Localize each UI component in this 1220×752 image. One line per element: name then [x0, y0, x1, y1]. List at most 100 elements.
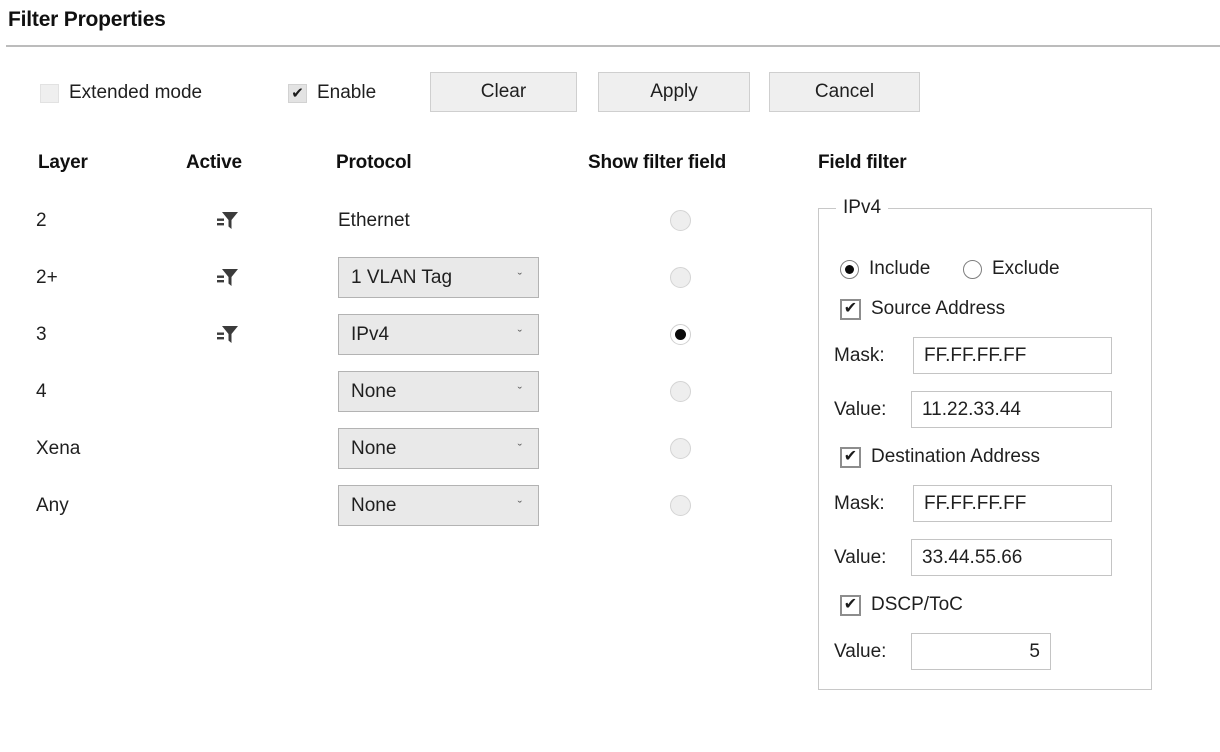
layer-cell: 3: [36, 323, 47, 345]
column-header-show-filter-field: Show filter field: [588, 152, 727, 173]
toolbar: Extended mode ✔ Enable Clear Apply Cance…: [0, 72, 1220, 116]
dest-value-input[interactable]: 33.44.55.66: [911, 539, 1112, 576]
show-filter-field-cell: [650, 420, 710, 477]
table-row: 2 Ethernet: [0, 192, 820, 249]
chevron-down-icon: ˇ: [517, 327, 522, 342]
source-address-checkbox[interactable]: ✔: [840, 298, 861, 320]
include-label: Include: [869, 258, 931, 279]
destination-address-checkbox-row[interactable]: ✔ Destination Address: [840, 446, 1040, 468]
protocol-cell: IPv4 ˇ: [338, 306, 539, 363]
dest-mask-input[interactable]: FF.FF.FF.FF: [913, 485, 1112, 522]
destination-address-checkbox[interactable]: ✔: [840, 446, 861, 468]
protocol-cell: 1 VLAN Tag ˇ: [338, 249, 539, 306]
check-icon: ✔: [843, 300, 858, 317]
show-filter-field-cell: [650, 363, 710, 420]
source-mask-label: Mask:: [834, 345, 885, 366]
enable-checkbox-row[interactable]: ✔ Enable: [288, 82, 376, 104]
protocol-cell: Ethernet: [338, 192, 410, 249]
active-cell: [205, 420, 250, 477]
column-header-layer: Layer: [38, 152, 88, 173]
exclude-label: Exclude: [992, 258, 1060, 279]
protocol-cell: None ˇ: [338, 363, 539, 420]
layer-cell: Xena: [36, 437, 81, 459]
check-icon: ✔: [843, 596, 858, 613]
column-header-protocol: Protocol: [336, 152, 412, 173]
check-icon: ✔: [291, 84, 304, 102]
source-value-label: Value:: [834, 399, 887, 420]
active-cell: [205, 477, 250, 534]
source-address-checkbox-row[interactable]: ✔ Source Address: [840, 298, 1005, 320]
chevron-down-icon: ˇ: [517, 270, 522, 285]
show-filter-field-radio[interactable]: [669, 267, 691, 288]
protocol-static-text: Ethernet: [338, 209, 410, 231]
field-filter-group-title: IPv4: [836, 197, 889, 219]
active-cell[interactable]: [205, 306, 250, 363]
show-filter-field-radio[interactable]: [669, 210, 691, 231]
dscp-value-input[interactable]: 5: [911, 633, 1051, 670]
protocol-select-value: 1 VLAN Tag: [351, 266, 453, 288]
dscp-checkbox[interactable]: ✔: [840, 594, 861, 616]
protocol-select-value: None: [351, 437, 397, 459]
title-divider: [6, 45, 1220, 47]
column-header-active: Active: [186, 152, 242, 173]
source-address-label: Source Address: [871, 298, 1006, 319]
dest-mask-label: Mask:: [834, 493, 885, 514]
protocol-select[interactable]: None ˇ: [338, 371, 539, 412]
include-radio-row[interactable]: Include: [840, 258, 930, 280]
protocol-select[interactable]: IPv4 ˇ: [338, 314, 539, 355]
chevron-down-icon: ˇ: [517, 384, 522, 399]
dscp-label: DSCP/ToC: [871, 594, 963, 615]
exclude-radio[interactable]: [963, 259, 982, 279]
layer-cell: 4: [36, 380, 47, 402]
apply-button[interactable]: Apply: [598, 72, 750, 112]
extended-mode-label: Extended mode: [69, 82, 203, 103]
protocol-select-value: None: [351, 380, 397, 402]
column-header-field-filter: Field filter: [818, 152, 907, 173]
source-mask-input[interactable]: FF.FF.FF.FF: [913, 337, 1112, 374]
protocol-select[interactable]: None ˇ: [338, 485, 539, 526]
protocol-cell: None ˇ: [338, 420, 539, 477]
dscp-value-label: Value:: [834, 641, 887, 662]
show-filter-field-radio[interactable]: [669, 324, 691, 345]
show-filter-field-radio[interactable]: [669, 495, 691, 516]
show-filter-field-cell: [650, 192, 710, 249]
extended-mode-checkbox-row[interactable]: Extended mode: [40, 82, 202, 104]
protocol-select[interactable]: None ˇ: [338, 428, 539, 469]
enable-checkbox[interactable]: ✔: [288, 83, 307, 103]
show-filter-field-cell: [650, 306, 710, 363]
cancel-button[interactable]: Cancel: [769, 72, 920, 112]
dscp-checkbox-row[interactable]: ✔ DSCP/ToC: [840, 594, 963, 616]
layer-cell: 2+: [36, 266, 58, 288]
table-row: Xena None ˇ: [0, 420, 820, 477]
protocol-cell: None ˇ: [338, 477, 539, 534]
page-title: Filter Properties: [8, 8, 166, 31]
protocol-select-value: IPv4: [351, 323, 390, 345]
protocol-select[interactable]: 1 VLAN Tag ˇ: [338, 257, 539, 298]
active-cell[interactable]: [205, 192, 250, 249]
show-filter-field-radio[interactable]: [669, 438, 691, 459]
extended-mode-checkbox[interactable]: [40, 83, 59, 103]
exclude-radio-row[interactable]: Exclude: [963, 258, 1060, 280]
enable-label: Enable: [317, 82, 377, 103]
show-filter-field-cell: [650, 477, 710, 534]
table-row: Any None ˇ: [0, 477, 820, 534]
show-filter-field-radio[interactable]: [669, 381, 691, 402]
filter-funnel-icon[interactable]: [216, 268, 239, 287]
dest-value-label: Value:: [834, 547, 887, 568]
show-filter-field-cell: [650, 249, 710, 306]
clear-button[interactable]: Clear: [430, 72, 577, 112]
table-row: 3 IPv4 ˇ: [0, 306, 820, 363]
active-cell: [205, 363, 250, 420]
protocol-select-value: None: [351, 494, 397, 516]
table-row: 2+ 1 VLAN Tag ˇ: [0, 249, 820, 306]
destination-address-label: Destination Address: [871, 446, 1040, 467]
chevron-down-icon: ˇ: [517, 441, 522, 456]
table-row: 4 None ˇ: [0, 363, 820, 420]
filter-funnel-icon[interactable]: [216, 325, 239, 344]
layer-cell: Any: [36, 494, 69, 516]
chevron-down-icon: ˇ: [517, 498, 522, 513]
source-value-input[interactable]: 11.22.33.44: [911, 391, 1112, 428]
include-radio[interactable]: [840, 259, 859, 279]
active-cell[interactable]: [205, 249, 250, 306]
filter-funnel-icon[interactable]: [216, 211, 239, 230]
